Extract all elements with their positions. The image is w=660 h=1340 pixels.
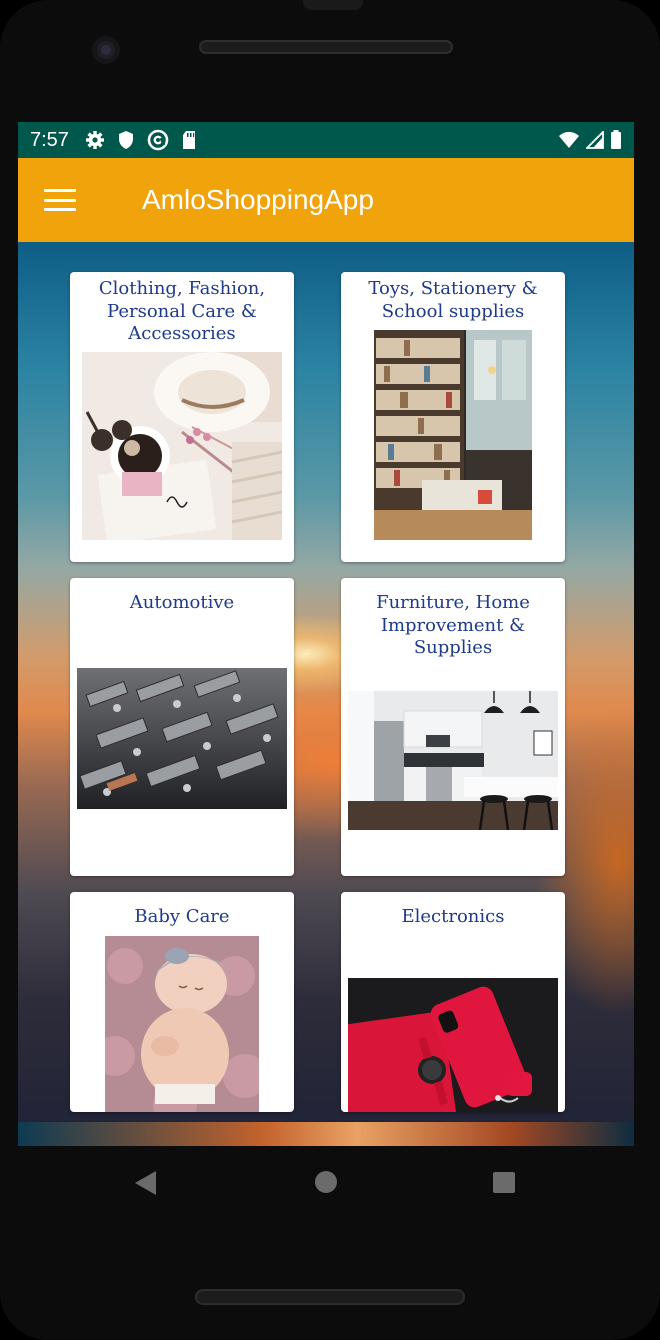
sleeping-baby-photo <box>105 936 259 1112</box>
phone-top-notch <box>303 0 363 10</box>
back-triangle-icon[interactable] <box>134 1170 158 1196</box>
category-label: Electronics <box>401 906 505 927</box>
sd-card-icon <box>182 131 195 149</box>
category-label: Automotive <box>129 592 235 613</box>
signal-icon <box>586 131 604 149</box>
gear-icon <box>85 131 104 149</box>
background-sunset-reflection <box>18 1122 634 1146</box>
status-bar: 7:57 <box>18 122 634 158</box>
category-label: Toys, Stationery & School supplies <box>368 278 538 322</box>
category-label: Baby Care <box>134 906 230 927</box>
status-time: 7:57 <box>30 128 69 151</box>
category-label: Furniture, Home Improvement & Supplies <box>376 592 530 658</box>
home-circle-icon[interactable] <box>315 1171 337 1193</box>
wifi-icon <box>559 131 579 148</box>
red-gadgets-photo <box>348 978 558 1112</box>
category-card-baby-care[interactable]: Baby Care <box>70 892 294 1112</box>
category-card-clothing[interactable]: Clothing, Fashion, Personal Care & Acces… <box>70 272 294 562</box>
category-card-furniture[interactable]: Furniture, Home Improvement & Supplies <box>341 578 565 876</box>
screen: 7:57 AmloShoppingApp Clothing, Fashion, … <box>18 122 634 1146</box>
stationery-shop-photo <box>374 330 532 540</box>
app-title: AmloShoppingApp <box>142 184 374 215</box>
kitchen-interior-photo <box>348 691 558 830</box>
category-card-automotive[interactable]: Automotive <box>70 578 294 876</box>
automotive-parts-photo <box>77 668 287 809</box>
category-grid[interactable]: Clothing, Fashion, Personal Care & Acces… <box>18 242 634 1146</box>
category-label: Clothing, Fashion, Personal Care & Acces… <box>98 278 266 344</box>
category-card-electronics[interactable]: Electronics <box>341 892 565 1112</box>
app-bar: AmloShoppingApp <box>18 158 634 242</box>
at-sign-icon <box>147 129 169 151</box>
front-camera <box>92 36 120 64</box>
battery-icon <box>611 130 621 149</box>
recents-square-icon[interactable] <box>493 1172 515 1193</box>
earpiece-speaker <box>199 40 453 54</box>
fashion-accessories-photo <box>82 352 282 540</box>
category-card-toys[interactable]: Toys, Stationery & School supplies <box>341 272 565 562</box>
bottom-speaker-grille <box>195 1289 465 1305</box>
phone-frame: 7:57 AmloShoppingApp Clothing, Fashion, … <box>0 0 660 1340</box>
shield-icon <box>118 131 133 149</box>
hamburger-menu-icon[interactable] <box>44 189 76 211</box>
